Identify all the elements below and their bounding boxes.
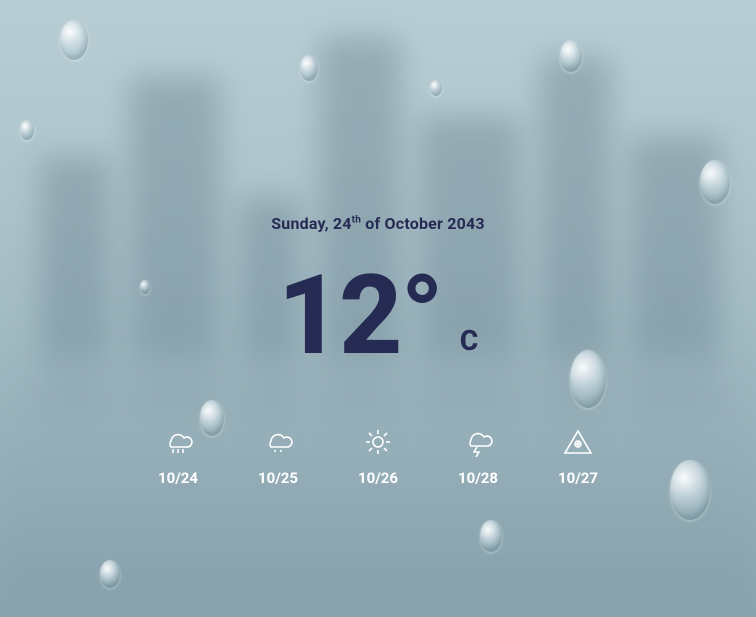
date-suffix: of October 2043 (361, 214, 485, 233)
forecast-day[interactable]: 10/25 (250, 427, 306, 487)
forecast-row: 10/24 10/25 10/26 10/28 (150, 427, 606, 487)
rain-icon (161, 427, 195, 457)
sunny-icon (361, 427, 395, 457)
date-ordinal: th (352, 215, 361, 226)
forecast-date: 10/27 (558, 469, 598, 487)
forecast-day[interactable]: 10/24 (150, 427, 206, 487)
forecast-day[interactable]: 10/28 (450, 427, 506, 487)
temperature-unit: C (460, 324, 478, 357)
weather-widget: Sunday, 24th of October 2043 12° C 10/24… (0, 0, 756, 617)
forecast-date: 10/25 (258, 469, 298, 487)
forecast-date: 10/26 (358, 469, 398, 487)
forecast-day[interactable]: 10/27 (550, 427, 606, 487)
forecast-date: 10/28 (458, 469, 498, 487)
current-date: Sunday, 24th of October 2043 (271, 214, 485, 233)
current-temperature: 12° C (278, 261, 479, 371)
temperature-value: 12° (278, 261, 442, 371)
raindrop (100, 560, 120, 588)
forecast-day[interactable]: 10/26 (350, 427, 406, 487)
thunder-icon (461, 427, 495, 457)
forecast-date: 10/24 (158, 469, 198, 487)
warning-icon (561, 427, 595, 457)
date-prefix: Sunday, 24 (271, 214, 351, 233)
drizzle-icon (261, 427, 295, 457)
raindrop (480, 520, 502, 552)
